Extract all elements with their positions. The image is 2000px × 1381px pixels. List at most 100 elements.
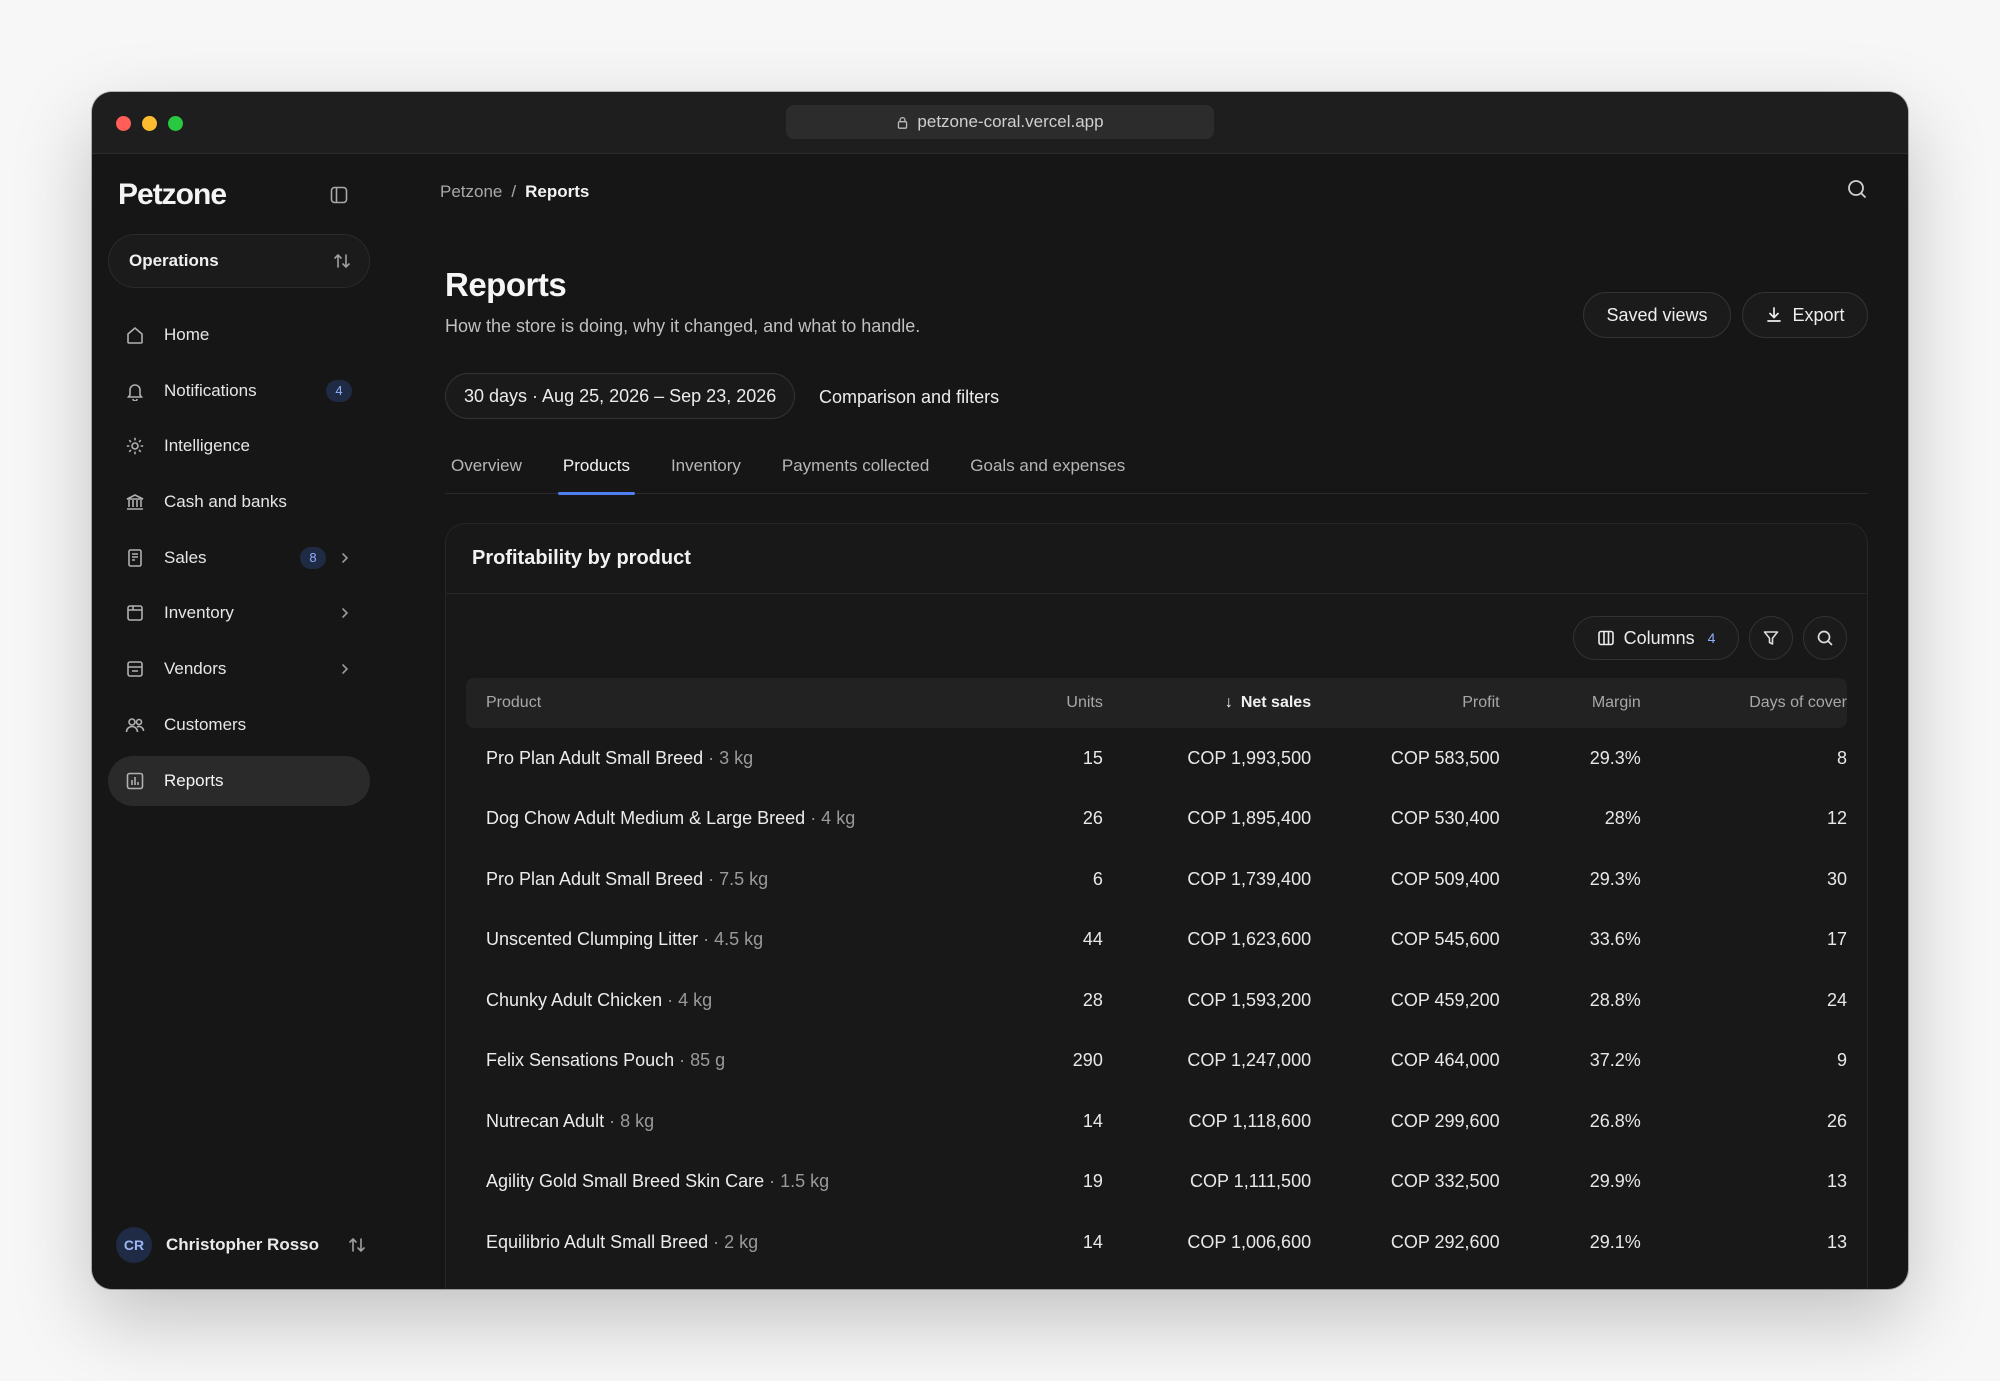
column-header-label: Net sales (1240, 694, 1312, 711)
avatar: CR (116, 1227, 152, 1263)
product-cell: Equilibrio Adult Small Breed · 2 kg (466, 1232, 989, 1253)
page-title: Reports (445, 266, 567, 303)
saved-views-button[interactable]: Saved views (1583, 292, 1731, 338)
swap-vertical-icon (349, 1237, 365, 1253)
date-range-picker[interactable]: 30 days · Aug 25, 2026 – Sep 23, 2026 (445, 373, 796, 419)
profit-cell: COP 332,500 (1390, 1171, 1500, 1192)
sidebar-item-intelligence[interactable]: Intelligence (108, 421, 370, 471)
product-size: · 1.5 kg (764, 1171, 830, 1192)
filter-icon (1763, 631, 1779, 645)
url-text: petzone-coral.vercel.app (917, 112, 1104, 131)
product-name: Agility Gold Small Breed Skin Care (486, 1171, 765, 1192)
margin-cell: 28.8% (1589, 989, 1641, 1010)
sidebar-item-label: Cash and banks (164, 492, 287, 512)
table-row[interactable]: Equilibrio Adult Small Breed · 2 kg 14 C… (466, 1212, 1847, 1273)
column-header-units[interactable]: Units (989, 694, 1102, 712)
workspace-switcher[interactable]: Operations (108, 234, 370, 288)
table-search-button[interactable] (1803, 616, 1847, 660)
sidebar-item-sales[interactable]: Sales 8 (108, 533, 370, 583)
sidebar: Petzone Operations Home Notifications 4 … (92, 154, 412, 1289)
sidebar-item-reports[interactable]: Reports (108, 755, 370, 806)
brand-logo: Petzone (118, 178, 227, 211)
table-row[interactable]: Pro Plan Adult Small Breed · 7.5 kg 6 CO… (466, 849, 1847, 910)
sidebar-toggle-button[interactable] (328, 184, 350, 206)
gear-icon (124, 435, 146, 457)
net-sales-cell: COP 1,247,000 (1187, 1050, 1312, 1071)
window-controls (116, 116, 183, 131)
tab-goals-and-expenses[interactable]: Goals and expenses (965, 452, 1130, 494)
tab-overview[interactable]: Overview (446, 452, 527, 494)
columns-count-badge: 4 (1707, 630, 1716, 646)
minimize-window-button[interactable] (142, 116, 157, 131)
users-icon (124, 714, 146, 736)
sidebar-item-home[interactable]: Home (108, 310, 370, 360)
sidebar-item-label: Notifications (164, 380, 257, 400)
net-sales-cell: COP 1,006,600 (1187, 1231, 1312, 1252)
sidebar-item-customers[interactable]: Customers (108, 700, 370, 750)
chevron-right-icon (338, 606, 352, 620)
global-search-button[interactable] (1846, 178, 1868, 200)
address-bar[interactable]: petzone-coral.vercel.app (786, 105, 1214, 139)
comparison-filters-button[interactable]: Comparison and filters (819, 387, 999, 408)
bell-icon (124, 380, 146, 402)
table-row[interactable]: Pro Plan Adult Small Breed · 3 kg 15 COP… (466, 728, 1847, 789)
filter-button[interactable] (1749, 616, 1793, 660)
tab-products[interactable]: Products (557, 452, 636, 495)
product-name: Unscented Clumping Litter (486, 929, 699, 950)
days-of-cover-cell: 17 (1826, 929, 1847, 950)
table-row[interactable]: Unscented Clumping Litter · 4.5 kg 44 CO… (466, 910, 1847, 971)
table-toolbar: Columns 4 (1573, 616, 1847, 660)
table-row[interactable]: Nutrecan Adult · 8 kg 14 COP 1,118,600 C… (466, 1091, 1847, 1152)
days-of-cover-cell: 26 (1826, 1110, 1847, 1131)
export-button[interactable]: Export (1742, 292, 1868, 338)
days-of-cover-cell: 13 (1826, 1171, 1847, 1192)
product-name: Chunky Adult Chicken (486, 989, 663, 1010)
browser-window: petzone-coral.vercel.app Petzone Operati… (92, 92, 1908, 1289)
net-sales-cell: COP 1,111,500 (1190, 1171, 1312, 1192)
column-header-product[interactable]: Product (466, 694, 989, 712)
lock-icon (898, 116, 908, 129)
maximize-window-button[interactable] (168, 116, 183, 131)
page-subtitle: How the store is doing, why it changed, … (445, 316, 921, 336)
profitability-table: Product Units ↓ Net sales Profit Margin D… (466, 678, 1847, 1273)
product-size: · 85 g (674, 1050, 726, 1071)
columns-button[interactable]: Columns 4 (1573, 616, 1739, 660)
table-row[interactable]: Dog Chow Adult Medium & Large Breed · 4 … (466, 789, 1847, 850)
sidebar-item-label: Customers (164, 714, 247, 734)
breadcrumb-root-link[interactable]: Petzone (440, 182, 502, 202)
column-header-net-sales[interactable]: ↓ Net sales (1103, 694, 1311, 712)
title-bar: petzone-coral.vercel.app (92, 92, 1908, 154)
net-sales-cell: COP 1,623,600 (1187, 929, 1312, 950)
tab-inventory[interactable]: Inventory (666, 452, 746, 494)
units-cell: 28 (1082, 989, 1103, 1010)
profit-cell: COP 583,500 (1390, 747, 1500, 768)
tab-payments-collected[interactable]: Payments collected (777, 452, 934, 494)
user-menu[interactable]: CR Christopher Rosso (116, 1225, 366, 1265)
product-cell: Agility Gold Small Breed Skin Care · 1.5… (466, 1171, 989, 1192)
search-icon (1817, 630, 1833, 646)
column-header-profit[interactable]: Profit (1311, 694, 1499, 712)
table-row[interactable]: Chunky Adult Chicken · 4 kg 28 COP 1,593… (466, 970, 1847, 1031)
sidebar-item-inventory[interactable]: Inventory (108, 588, 370, 638)
breadcrumb-current: Reports (525, 182, 590, 201)
sidebar-item-notifications[interactable]: Notifications 4 (108, 366, 370, 416)
columns-label: Columns (1623, 627, 1695, 648)
saved-views-label: Saved views (1606, 304, 1708, 325)
days-of-cover-cell: 8 (1836, 747, 1847, 768)
table-row[interactable]: Felix Sensations Pouch · 85 g 290 COP 1,… (466, 1031, 1847, 1092)
column-header-margin[interactable]: Margin (1500, 694, 1641, 712)
margin-cell: 29.1% (1589, 1231, 1641, 1252)
download-icon (1767, 307, 1782, 322)
sidebar-item-cash-and-banks[interactable]: Cash and banks (108, 477, 370, 527)
net-sales-cell: COP 1,993,500 (1187, 747, 1312, 768)
table-row[interactable]: Agility Gold Small Breed Skin Care · 1.5… (466, 1152, 1847, 1213)
days-of-cover-cell: 12 (1826, 808, 1847, 829)
profit-cell: COP 464,000 (1390, 1050, 1500, 1071)
close-window-button[interactable] (116, 116, 131, 131)
margin-cell: 37.2% (1589, 1050, 1641, 1071)
profit-cell: COP 509,400 (1390, 868, 1500, 889)
table-header: Product Units ↓ Net sales Profit Margin D… (466, 678, 1847, 728)
product-size: · 3 kg (703, 747, 754, 768)
column-header-days-of-cover[interactable]: Days of cover (1641, 694, 1847, 712)
sidebar-item-vendors[interactable]: Vendors (108, 644, 370, 694)
